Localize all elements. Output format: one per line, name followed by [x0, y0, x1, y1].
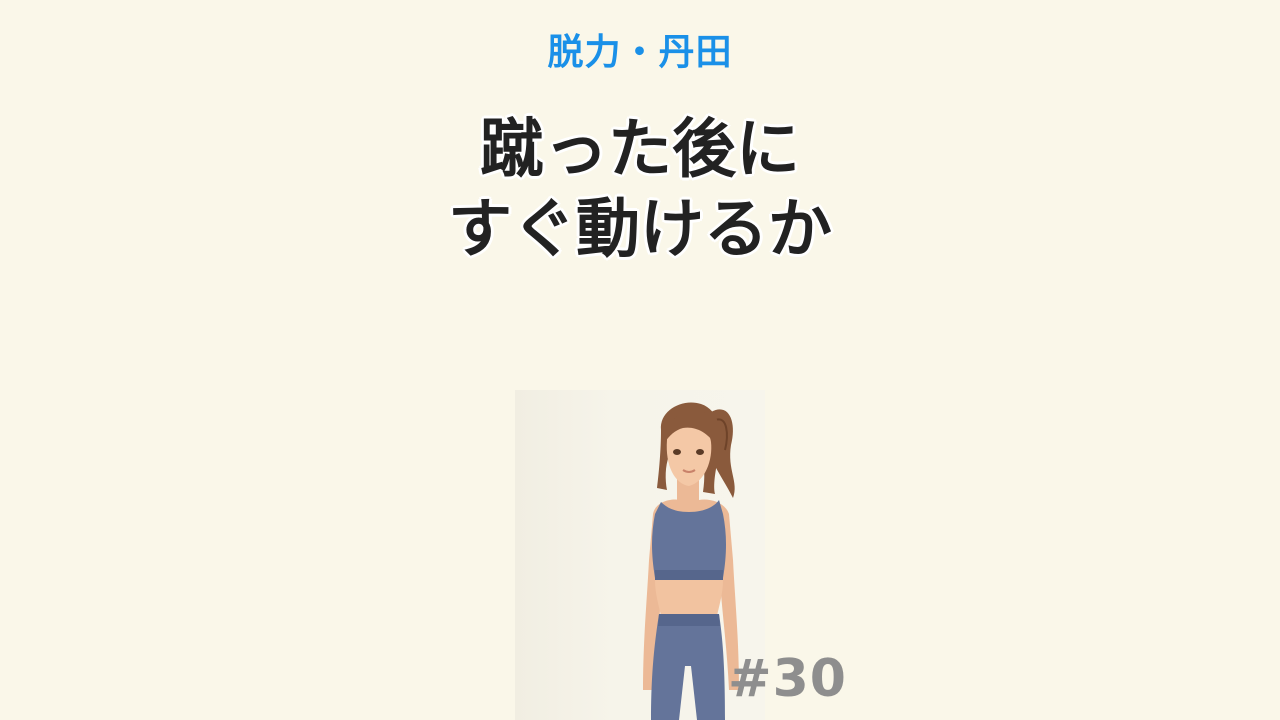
title-line-2: すぐ動けるか — [448, 193, 832, 267]
category-label: 脱力・丹田 — [547, 32, 733, 73]
title-line-1: 蹴った後に — [480, 113, 800, 187]
thumbnail: 脱力・丹田 蹴った後に すぐ動けるか #30 — [0, 0, 1280, 720]
video-title: 蹴った後に すぐ動けるか — [0, 110, 1280, 270]
episode-number: #30 — [728, 649, 847, 709]
